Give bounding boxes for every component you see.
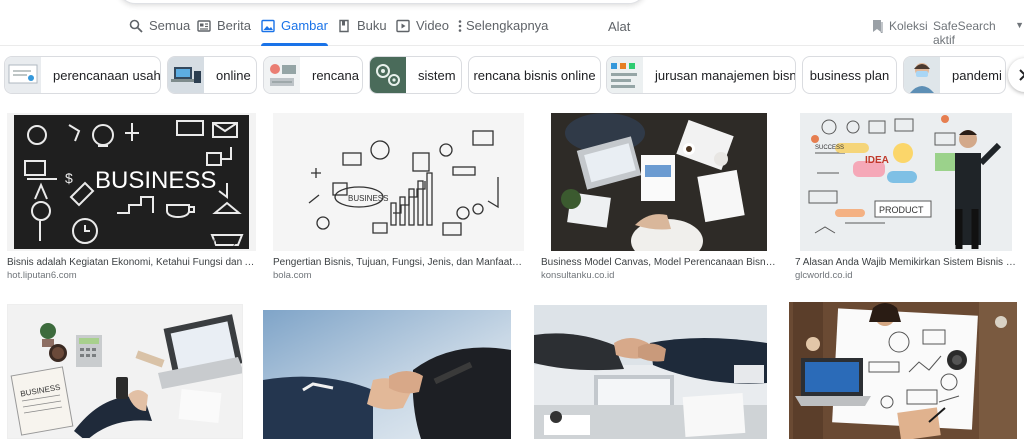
business-doodle-image: BUSINESS money $	[14, 115, 249, 249]
result-image: BUSINESS	[7, 304, 243, 439]
handshake-image	[263, 310, 511, 439]
tools-button[interactable]: Alat	[608, 19, 630, 34]
chip-label: pandemi	[952, 67, 1002, 83]
tab-label: Buku	[357, 18, 387, 33]
news-icon	[197, 20, 211, 32]
safesearch-label: SafeSearch aktif	[933, 19, 996, 47]
result-image	[263, 310, 511, 439]
chip-thumbnail	[264, 57, 300, 93]
video-icon	[396, 19, 410, 33]
business-desk-topview-image: BUSINESS	[8, 305, 242, 438]
book-icon	[339, 19, 349, 33]
result-image-caption: IDEA	[865, 155, 889, 166]
result-image-caption: SUCCESS	[815, 145, 844, 151]
chip-jurusan-manajemen-bisnis[interactable]: jurusan manajemen bisnis	[606, 56, 796, 94]
chip-rencana[interactable]: rencana	[263, 56, 363, 94]
chip-label: rencana bisnis online	[473, 67, 596, 83]
more-vert-icon	[458, 20, 462, 32]
result-source[interactable]: konsultanku.co.id	[541, 270, 777, 281]
handshake-office-image	[534, 305, 767, 439]
tab-label: Semua	[149, 18, 191, 33]
result-image-caption: BUSINESS	[348, 194, 388, 203]
result-source[interactable]: bola.com	[273, 270, 524, 281]
image-result[interactable]: BUSINESS money $ Bisnis adalah Kegiatan …	[7, 113, 256, 281]
result-image-caption: money	[213, 237, 237, 246]
result-image: BUSINESS money $	[7, 113, 256, 251]
result-source[interactable]: hot.liputan6.com	[7, 270, 256, 281]
safesearch-dropdown[interactable]: SafeSearch aktif ▼	[933, 19, 1024, 47]
tab-semua[interactable]: Semua	[129, 18, 190, 46]
tab-video[interactable]: Video	[396, 18, 449, 46]
tab-berita[interactable]: Berita	[197, 18, 251, 46]
image-result[interactable]	[789, 302, 1017, 439]
chip-sistem[interactable]: sistem	[369, 56, 462, 94]
chip-label: online	[216, 67, 251, 83]
chip-thumbnail	[168, 57, 204, 93]
tab-label: Video	[416, 18, 450, 33]
chip-label: rencana	[312, 67, 359, 83]
chip-label: jurusan manajemen bisnis	[655, 67, 796, 83]
result-title[interactable]: Pengertian Bisnis, Tujuan, Fungsi, Jenis…	[273, 256, 524, 269]
image-icon	[261, 19, 275, 33]
search-icon	[129, 19, 143, 33]
business-meeting-desk-image	[551, 113, 767, 251]
image-result[interactable]: Business Model Canvas, Model Perencanaan…	[541, 113, 777, 281]
result-image: IDEA PRODUCT SUCCESS	[795, 113, 1017, 251]
result-image-caption: PRODUCT	[879, 205, 924, 215]
chip-thumbnail	[904, 57, 940, 93]
result-title[interactable]: Bisnis adalah Kegiatan Ekonomi, Ketahui …	[7, 256, 256, 269]
tab-buku[interactable]: Buku	[337, 18, 387, 46]
related-searches-chips: perencanaan usaha online rencana sistem …	[0, 56, 1024, 96]
result-image: BUSINESS	[273, 113, 524, 251]
chip-label: perencanaan usaha	[53, 67, 161, 83]
businessman-whiteboard-image: IDEA PRODUCT SUCCESS	[800, 113, 1012, 251]
result-image	[789, 302, 1017, 439]
chip-label: sistem	[418, 67, 456, 83]
chip-business-plan[interactable]: business plan	[802, 56, 897, 94]
business-sketch-image: BUSINESS	[273, 113, 524, 251]
chevron-right-icon	[1019, 69, 1024, 81]
dropdown-arrow-icon: ▼	[1015, 20, 1024, 30]
chip-thumbnail	[607, 57, 643, 93]
result-image-caption: BUSINESS	[95, 167, 216, 194]
tab-label: Selengkapnya	[466, 18, 549, 33]
chip-pandemi[interactable]: pandemi	[903, 56, 1006, 94]
collections-link[interactable]: Koleksi	[872, 19, 928, 33]
chip-label: business plan	[809, 67, 890, 83]
tab-label: Berita	[217, 18, 251, 33]
result-image	[534, 305, 767, 439]
tab-selengkapnya[interactable]: Selengkapnya	[457, 18, 548, 46]
collections-label: Koleksi	[889, 19, 928, 33]
chip-thumbnail	[5, 57, 41, 93]
image-result[interactable]	[534, 305, 767, 439]
result-title[interactable]: 7 Alasan Anda Wajib Memikirkan Sistem Bi…	[795, 256, 1017, 269]
chip-online[interactable]: online	[167, 56, 257, 94]
image-result[interactable]	[263, 310, 511, 439]
image-result[interactable]: BUSINESS	[7, 304, 243, 439]
dollar-icon: $	[65, 170, 73, 186]
bookmark-icon	[873, 20, 883, 33]
tab-gambar[interactable]: Gambar	[261, 18, 328, 46]
image-result[interactable]: BUSINESS Pengertian Bisnis, Tujuan, Fung…	[273, 113, 524, 281]
laptop-sketch-desk-image	[789, 302, 1017, 439]
chip-perencanaan-usaha[interactable]: perencanaan usaha	[4, 56, 161, 94]
tab-label: Gambar	[281, 18, 328, 33]
search-tabs: Semua Berita Gambar Buku Video Selengkap…	[0, 0, 1024, 47]
result-source[interactable]: glcworld.co.id	[795, 270, 1017, 281]
result-image	[541, 113, 777, 251]
chip-thumbnail	[370, 57, 406, 93]
image-result[interactable]: IDEA PRODUCT SUCCESS 7 Alasan Anda Wajib…	[795, 113, 1017, 281]
result-title[interactable]: Business Model Canvas, Model Perencanaan…	[541, 256, 777, 269]
chip-rencana-bisnis-online[interactable]: rencana bisnis online	[468, 56, 601, 94]
